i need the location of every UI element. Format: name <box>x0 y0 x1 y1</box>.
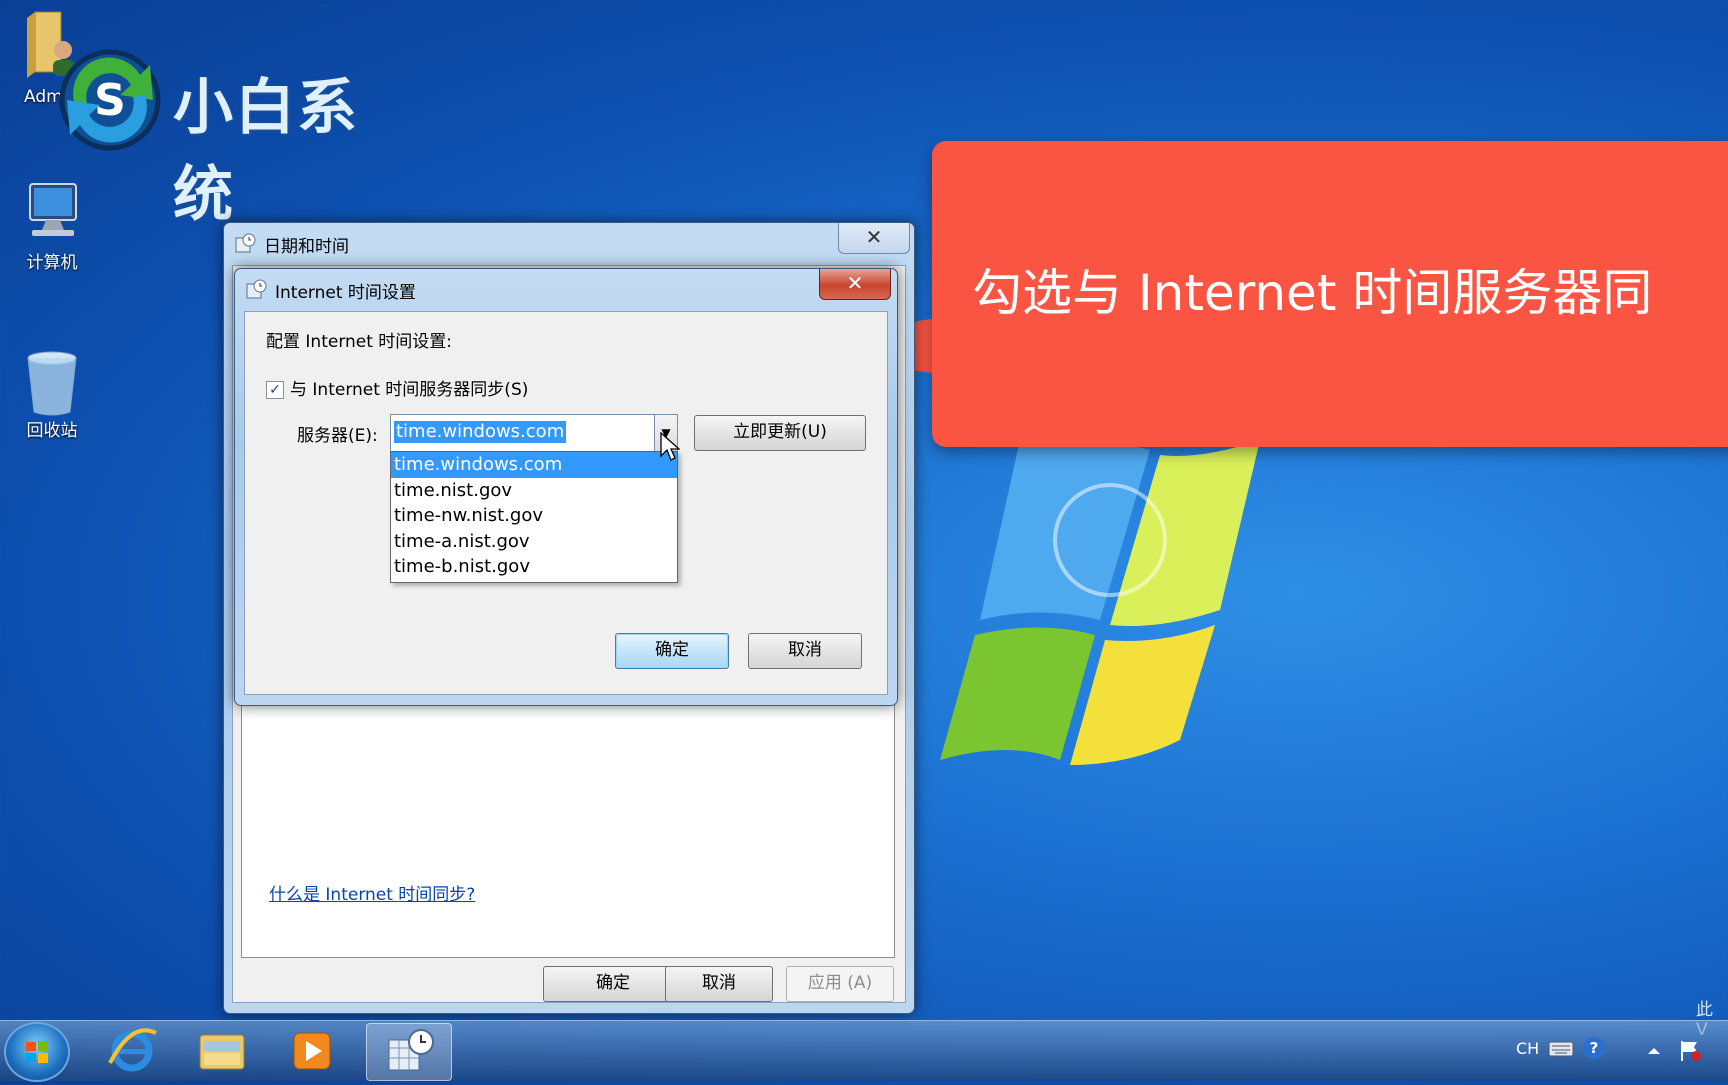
server-option[interactable]: time-b.nist.gov <box>391 554 677 580</box>
dialog-cancel-button[interactable]: 取消 <box>748 633 862 669</box>
tutorial-callout: 勾选与 Internet 时间服务器同 <box>932 141 1728 447</box>
sync-checkbox[interactable]: ✓ <box>266 381 284 399</box>
calendar-clock-icon <box>388 1029 434 1071</box>
recycle-bin-icon <box>20 348 84 416</box>
folder-icon <box>199 1034 245 1070</box>
taskbar-media-player[interactable] <box>270 1023 354 1079</box>
server-value: time.windows.com <box>394 421 567 443</box>
internet-explorer-icon <box>108 1028 157 1072</box>
server-option[interactable]: time-a.nist.gov <box>391 529 677 555</box>
close-button[interactable]: ✕ <box>838 223 910 254</box>
xiaobai-logo: S 小白系统 <box>55 45 415 230</box>
windows-wallpaper-logo <box>940 436 1260 765</box>
dialog-title: Internet 时间设置 <box>275 282 416 303</box>
keyboard-icon[interactable] <box>1548 1039 1574 1059</box>
window-title: 日期和时间 <box>264 236 349 257</box>
logo-text: 小白系统 <box>173 73 359 230</box>
desktop-icon-label: 计算机 <box>26 253 78 273</box>
media-player-icon <box>293 1032 331 1070</box>
logo-swirl-icon: S <box>59 49 161 151</box>
dialog-heading: 配置 Internet 时间设置: <box>266 332 453 352</box>
help-icon[interactable]: ? <box>1583 1037 1605 1059</box>
language-indicator[interactable]: CH <box>1516 1039 1539 1058</box>
taskbar-ie[interactable] <box>90 1023 174 1079</box>
windows-logo-icon <box>26 1041 48 1063</box>
callout-text: 勾选与 Internet 时间服务器同 <box>972 264 1653 322</box>
svg-text:S: S <box>94 75 126 126</box>
desktop-icon-computer[interactable]: 计算机 <box>7 180 97 273</box>
close-button[interactable]: ✕ <box>819 269 891 300</box>
computer-icon <box>20 180 84 244</box>
taskbar-explorer[interactable] <box>180 1023 264 1079</box>
dialog-ok-button[interactable]: 确定 <box>615 633 729 669</box>
server-label: 服务器(E): <box>297 426 378 446</box>
taskbar: CH ? <box>0 1020 1728 1081</box>
server-combobox[interactable]: time.windows.com ▼ <box>390 414 678 452</box>
dialog-titlebar: Internet 时间设置 <box>245 275 416 305</box>
server-option[interactable]: time.windows.com <box>391 452 677 478</box>
sync-checkbox-label: 与 Internet 时间服务器同步(S) <box>290 380 529 400</box>
mouse-cursor-icon <box>660 432 680 461</box>
server-dropdown-list: time.windows.com time.nist.gov time-nw.n… <box>390 451 678 583</box>
desktop-icon-label: 回收站 <box>26 421 78 441</box>
desktop-icon-recycle-bin[interactable]: 回收站 <box>7 348 97 441</box>
apply-button[interactable]: 应用 (A) <box>786 966 894 1002</box>
show-hidden-icons-icon[interactable] <box>1646 1043 1662 1059</box>
start-button[interactable] <box>4 1022 70 1082</box>
taskbar-datetime[interactable] <box>366 1023 452 1081</box>
clock-calendar-icon <box>246 279 267 299</box>
clock-calendar-icon <box>235 233 256 253</box>
window-titlebar: 日期和时间 <box>234 229 349 259</box>
server-option[interactable]: time-nw.nist.gov <box>391 503 677 529</box>
what-is-internet-time-sync-link[interactable]: 什么是 Internet 时间同步? <box>269 880 475 905</box>
ok-button[interactable]: 确定 <box>543 966 683 1002</box>
action-center-flag-icon[interactable] <box>1678 1039 1702 1063</box>
server-option[interactable]: time.nist.gov <box>391 478 677 504</box>
sync-checkbox-row[interactable]: ✓ 与 Internet 时间服务器同步(S) <box>266 375 528 400</box>
cancel-button[interactable]: 取消 <box>665 966 773 1002</box>
update-now-button[interactable]: 立即更新(U) <box>694 415 866 451</box>
